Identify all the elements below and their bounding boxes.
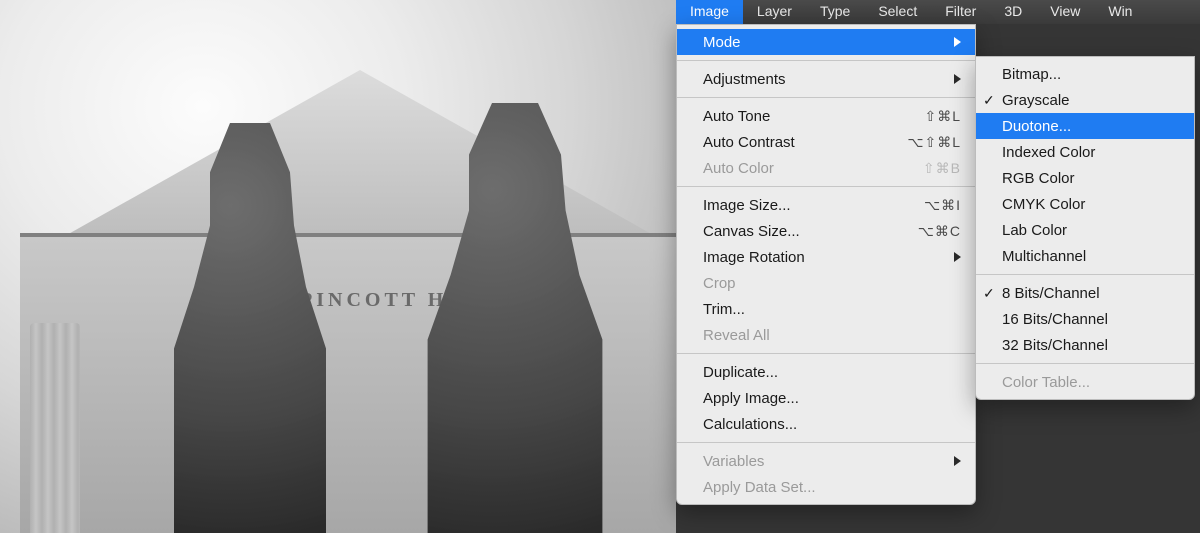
menu-item-label: 8 Bits/Channel <box>1002 285 1180 302</box>
image-menu-separator <box>677 442 975 443</box>
mode-menu-item-duotone[interactable]: Duotone... <box>976 113 1194 139</box>
menu-item-label: Apply Data Set... <box>703 479 961 496</box>
menu-item-label: 16 Bits/Channel <box>1002 311 1180 328</box>
mode-menu-item-32-bits-channel[interactable]: 32 Bits/Channel <box>976 332 1194 358</box>
image-menu-item-image-rotation[interactable]: Image Rotation <box>677 244 975 270</box>
mode-menu-item-indexed-color[interactable]: Indexed Color <box>976 139 1194 165</box>
mode-menu-item-bitmap[interactable]: Bitmap... <box>976 61 1194 87</box>
menu-item-label: Canvas Size... <box>703 223 888 240</box>
image-menu-item-trim[interactable]: Trim... <box>677 296 975 322</box>
image-menu-item-canvas-size[interactable]: Canvas Size... ⌥⌘C <box>677 218 975 244</box>
menu-item-label: Multichannel <box>1002 248 1180 265</box>
menu-item-label: Auto Tone <box>703 108 894 125</box>
menu-item-label: Auto Contrast <box>703 134 877 151</box>
chevron-right-icon <box>954 456 961 466</box>
mode-submenu: Bitmap... ✓ Grayscale Duotone... Indexed Col… <box>975 56 1195 400</box>
menu-item-label: Adjustments <box>703 71 924 88</box>
menubar-item-3d[interactable]: 3D <box>990 0 1036 24</box>
menu-item-shortcut: ⇧⌘L <box>924 108 961 125</box>
image-menu-separator <box>677 60 975 61</box>
chevron-right-icon <box>954 37 961 47</box>
menu-item-shortcut: ⇧⌘B <box>923 160 961 177</box>
menu-item-label: Calculations... <box>703 416 961 433</box>
image-menu-item-apply-data-set: Apply Data Set... <box>677 474 975 500</box>
chevron-right-icon <box>954 252 961 262</box>
menubar: ImageLayerTypeSelectFilter3DViewWin <box>676 0 1200 24</box>
mode-menu-item-rgb-color[interactable]: RGB Color <box>976 165 1194 191</box>
image-menu-separator <box>677 97 975 98</box>
menubar-item-win[interactable]: Win <box>1094 0 1146 24</box>
image-menu-separator <box>677 353 975 354</box>
image-menu-item-calculations[interactable]: Calculations... <box>677 411 975 437</box>
image-menu-item-image-size[interactable]: Image Size... ⌥⌘I <box>677 192 975 218</box>
menu-item-label: Indexed Color <box>1002 144 1180 161</box>
mode-menu-separator <box>976 363 1194 364</box>
image-menu-item-reveal-all: Reveal All <box>677 322 975 348</box>
photo-shape <box>30 323 80 533</box>
image-menu-dropdown: Mode Adjustments Auto Tone ⇧⌘L Auto Contrast… <box>676 24 976 505</box>
image-menu-item-mode[interactable]: Mode <box>677 29 975 55</box>
mode-menu-item-grayscale[interactable]: ✓ Grayscale <box>976 87 1194 113</box>
image-menu-item-apply-image[interactable]: Apply Image... <box>677 385 975 411</box>
photo-inscription: PINCOTT H <box>300 290 447 310</box>
menubar-item-image[interactable]: Image <box>676 0 743 24</box>
menu-item-label: Variables <box>703 453 924 470</box>
menubar-item-view[interactable]: View <box>1036 0 1094 24</box>
menubar-item-select[interactable]: Select <box>864 0 931 24</box>
menu-item-label: RGB Color <box>1002 170 1180 187</box>
image-menu-item-adjustments[interactable]: Adjustments <box>677 66 975 92</box>
image-menu-item-auto-contrast[interactable]: Auto Contrast ⌥⇧⌘L <box>677 129 975 155</box>
mode-menu-item-lab-color[interactable]: Lab Color <box>976 217 1194 243</box>
menu-item-label: Auto Color <box>703 160 893 177</box>
check-icon: ✓ <box>983 285 995 302</box>
photo-shape <box>40 70 676 250</box>
chevron-right-icon <box>954 74 961 84</box>
menu-item-shortcut: ⌥⌘C <box>918 223 961 240</box>
menu-item-label: Mode <box>703 34 924 51</box>
mode-menu-item-multichannel[interactable]: Multichannel <box>976 243 1194 269</box>
mode-menu-item-cmyk-color[interactable]: CMYK Color <box>976 191 1194 217</box>
menu-item-label: Duotone... <box>1002 118 1180 135</box>
menu-item-label: Apply Image... <box>703 390 961 407</box>
menu-item-label: Lab Color <box>1002 222 1180 239</box>
image-menu-item-crop: Crop <box>677 270 975 296</box>
menubar-item-filter[interactable]: Filter <box>931 0 990 24</box>
mode-menu-item-color-table: Color Table... <box>976 369 1194 395</box>
image-menu-item-auto-tone[interactable]: Auto Tone ⇧⌘L <box>677 103 975 129</box>
menu-item-label: Bitmap... <box>1002 66 1180 83</box>
menu-item-label: Image Rotation <box>703 249 924 266</box>
menu-item-label: Trim... <box>703 301 961 318</box>
menu-item-label: 32 Bits/Channel <box>1002 337 1180 354</box>
image-menu-item-variables: Variables <box>677 448 975 474</box>
menu-item-shortcut: ⌥⇧⌘L <box>907 134 961 151</box>
mode-menu-item-16-bits-channel[interactable]: 16 Bits/Channel <box>976 306 1194 332</box>
mode-menu-item-8-bits-channel[interactable]: ✓ 8 Bits/Channel <box>976 280 1194 306</box>
menu-item-label: Reveal All <box>703 327 961 344</box>
image-menu-item-duplicate[interactable]: Duplicate... <box>677 359 975 385</box>
menu-item-label: Duplicate... <box>703 364 961 381</box>
menu-item-label: CMYK Color <box>1002 196 1180 213</box>
menu-item-label: Grayscale <box>1002 92 1180 109</box>
menu-item-label: Image Size... <box>703 197 894 214</box>
menu-item-label: Color Table... <box>1002 374 1180 391</box>
menu-item-shortcut: ⌥⌘I <box>924 197 961 214</box>
mode-menu-separator <box>976 274 1194 275</box>
document-canvas[interactable]: PINCOTT H <box>0 0 676 533</box>
menubar-item-layer[interactable]: Layer <box>743 0 806 24</box>
check-icon: ✓ <box>983 92 995 109</box>
image-menu-item-auto-color: Auto Color ⇧⌘B <box>677 155 975 181</box>
image-menu-separator <box>677 186 975 187</box>
menubar-item-type[interactable]: Type <box>806 0 864 24</box>
menu-item-label: Crop <box>703 275 961 292</box>
